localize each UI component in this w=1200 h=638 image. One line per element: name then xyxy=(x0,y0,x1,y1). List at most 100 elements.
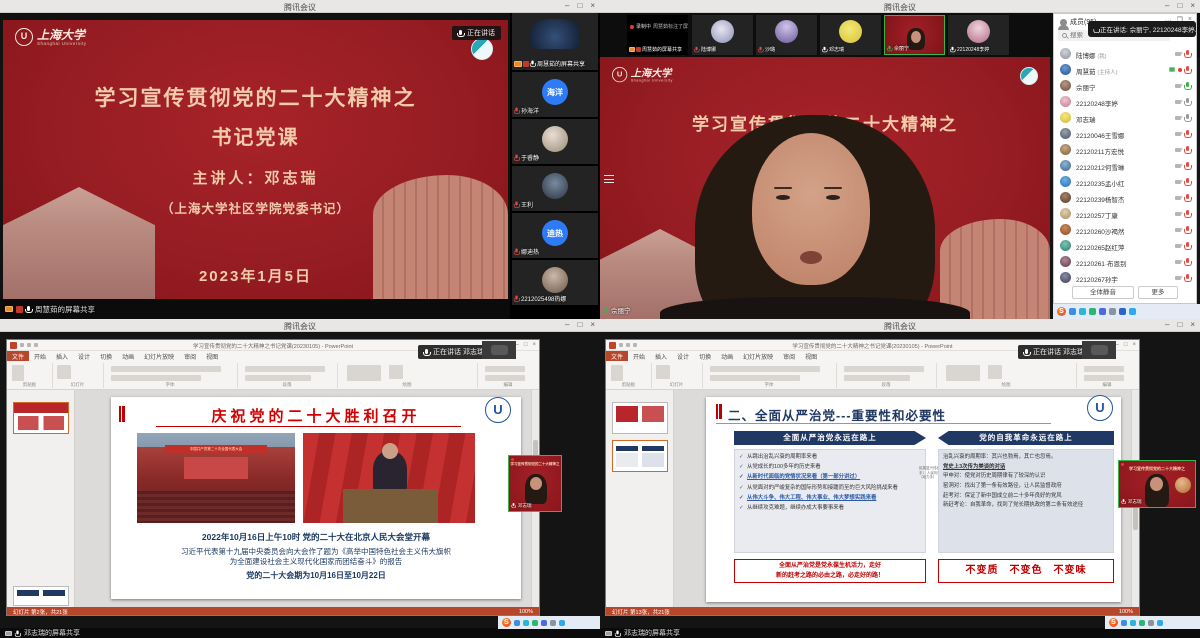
member-row[interactable]: 22120265赵红萍 xyxy=(1054,238,1196,254)
close-icon[interactable]: × xyxy=(1190,320,1195,330)
tray-icon[interactable] xyxy=(1129,308,1136,315)
font-controls[interactable] xyxy=(710,366,820,372)
tray-icon[interactable] xyxy=(1089,308,1096,315)
tray-icon[interactable] xyxy=(523,620,529,626)
tab-home[interactable]: 开始 xyxy=(628,351,650,361)
maximize-icon[interactable]: □ xyxy=(1177,1,1182,11)
video-preview-muted[interactable] xyxy=(482,341,516,359)
member-row[interactable]: 邓志瑞 xyxy=(1054,110,1196,126)
shapes-gallery[interactable] xyxy=(347,365,381,381)
tray-icon[interactable] xyxy=(1119,308,1126,315)
video-tile[interactable]: 邓志瑞 xyxy=(820,15,881,55)
arrange-icon[interactable] xyxy=(389,365,403,379)
tray-icon[interactable] xyxy=(1130,620,1136,626)
maximize-icon[interactable]: □ xyxy=(577,320,582,330)
paragraph-controls[interactable] xyxy=(245,375,311,381)
tray-icon[interactable] xyxy=(514,620,520,626)
paragraph-controls[interactable] xyxy=(844,366,924,372)
close-icon[interactable]: × xyxy=(590,320,595,330)
slide-thumbnail[interactable] xyxy=(612,402,668,434)
tab-review[interactable]: 审阅 xyxy=(179,351,201,361)
new-slide-icon[interactable] xyxy=(656,365,670,379)
arrange-icon[interactable] xyxy=(988,365,1002,379)
close-icon[interactable]: × xyxy=(1132,342,1136,348)
minimize-icon[interactable]: – xyxy=(1165,320,1169,330)
tab-insert[interactable]: 插入 xyxy=(51,351,73,361)
paste-icon[interactable] xyxy=(12,365,24,381)
member-row[interactable]: 22120248李婷 xyxy=(1054,94,1196,110)
minimize-icon[interactable]: – xyxy=(565,320,569,330)
tab-insert[interactable]: 插入 xyxy=(650,351,672,361)
video-tile[interactable]: 22120248李婷 xyxy=(948,15,1009,55)
sogou-input-icon[interactable] xyxy=(1109,618,1118,627)
mute-all-button[interactable]: 全体静音 xyxy=(1072,286,1134,299)
editing-controls[interactable] xyxy=(1084,366,1124,372)
tab-design[interactable]: 设计 xyxy=(672,351,694,361)
tray-icon[interactable] xyxy=(532,620,538,626)
tab-slideshow[interactable]: 幻灯片放映 xyxy=(139,351,179,361)
member-row[interactable]: 22120212何雪琳 xyxy=(1054,158,1196,174)
slide-thumbnail-selected[interactable] xyxy=(612,440,668,472)
tab-slideshow[interactable]: 幻灯片放映 xyxy=(738,351,778,361)
tab-design[interactable]: 设计 xyxy=(73,351,95,361)
minimize-icon[interactable]: – xyxy=(516,342,519,348)
tray-icon[interactable] xyxy=(1079,308,1086,315)
maximize-icon[interactable]: □ xyxy=(1124,342,1128,348)
sogou-input-icon[interactable] xyxy=(502,618,511,627)
member-row[interactable]: 22120257丁康 xyxy=(1054,206,1196,222)
tray-icon[interactable] xyxy=(550,620,556,626)
presenter-video-overlay[interactable]: 学习宣传贯彻党的二十大精神之 邓志瑞 xyxy=(508,455,562,512)
close-icon[interactable]: × xyxy=(1190,1,1195,11)
minimize-icon[interactable]: – xyxy=(565,1,569,11)
video-tile[interactable]: 陆博娜 xyxy=(692,15,753,55)
tab-animations[interactable]: 动画 xyxy=(716,351,738,361)
new-slide-icon[interactable] xyxy=(57,365,71,379)
member-row[interactable]: 周慧茹 (主持人) xyxy=(1054,62,1196,78)
font-controls[interactable] xyxy=(710,375,800,381)
member-row[interactable]: 佘丽宁 xyxy=(1054,78,1196,94)
more-button[interactable]: 更多 xyxy=(1138,286,1178,299)
member-row[interactable]: 22120267孙宇 xyxy=(1054,270,1196,286)
video-tile[interactable]: 于睿静 xyxy=(512,119,598,164)
tray-icon[interactable] xyxy=(1099,308,1106,315)
paragraph-controls[interactable] xyxy=(844,375,910,381)
tab-transitions[interactable]: 切换 xyxy=(95,351,117,361)
video-tile[interactable]: 迪热 娜迪热 xyxy=(512,213,598,258)
video-tile[interactable]: 海洋 孙海洋 xyxy=(512,72,598,117)
tab-view[interactable]: 视图 xyxy=(800,351,822,361)
tray-icon[interactable] xyxy=(1069,308,1076,315)
minimize-icon[interactable]: – xyxy=(1165,1,1169,11)
maximize-icon[interactable]: □ xyxy=(524,342,528,348)
editing-controls[interactable] xyxy=(485,366,525,372)
paste-icon[interactable] xyxy=(611,365,623,381)
zoom-level[interactable]: 100% xyxy=(519,609,533,615)
video-tile[interactable]: 2212025498热娜 xyxy=(512,260,598,305)
member-row[interactable]: 22120261·布恩别 xyxy=(1054,254,1196,270)
tab-home[interactable]: 开始 xyxy=(29,351,51,361)
tab-animations[interactable]: 动画 xyxy=(117,351,139,361)
close-icon[interactable]: × xyxy=(532,342,536,348)
tray-icon[interactable] xyxy=(1121,620,1127,626)
shapes-gallery[interactable] xyxy=(946,365,980,381)
video-tile[interactable]: 沙璐 xyxy=(756,15,817,55)
member-row[interactable]: 22120260沙褐然 xyxy=(1054,222,1196,238)
video-tile-speaking[interactable]: 佘丽宁 xyxy=(884,15,945,55)
tab-view[interactable]: 视图 xyxy=(201,351,223,361)
tray-icon[interactable] xyxy=(1109,308,1116,315)
member-row[interactable]: 22120235孟小红 xyxy=(1054,174,1196,190)
slide-thumbnail[interactable] xyxy=(13,586,69,606)
tray-icon[interactable] xyxy=(559,620,565,626)
tray-icon[interactable] xyxy=(1148,620,1154,626)
share-preview-tile[interactable]: 录制中 周慧茹标注了屏幕共享 周慧茹的屏幕共享 xyxy=(627,15,688,55)
font-controls[interactable] xyxy=(111,375,201,381)
tab-transitions[interactable]: 切换 xyxy=(694,351,716,361)
font-controls[interactable] xyxy=(111,366,221,372)
minimize-icon[interactable]: – xyxy=(1116,342,1119,348)
zoom-level[interactable]: 100% xyxy=(1119,609,1133,615)
presenter-video-overlay[interactable]: 学习宣传贯彻党的二十大精神之 邓志瑞 xyxy=(1118,460,1196,508)
paragraph-controls[interactable] xyxy=(245,366,325,372)
maximize-icon[interactable]: □ xyxy=(1177,320,1182,330)
tab-file[interactable]: 文件 xyxy=(7,351,29,361)
share-preview-tile[interactable]: 周慧茹的屏幕共享 xyxy=(512,13,598,70)
tray-icon[interactable] xyxy=(1139,620,1145,626)
